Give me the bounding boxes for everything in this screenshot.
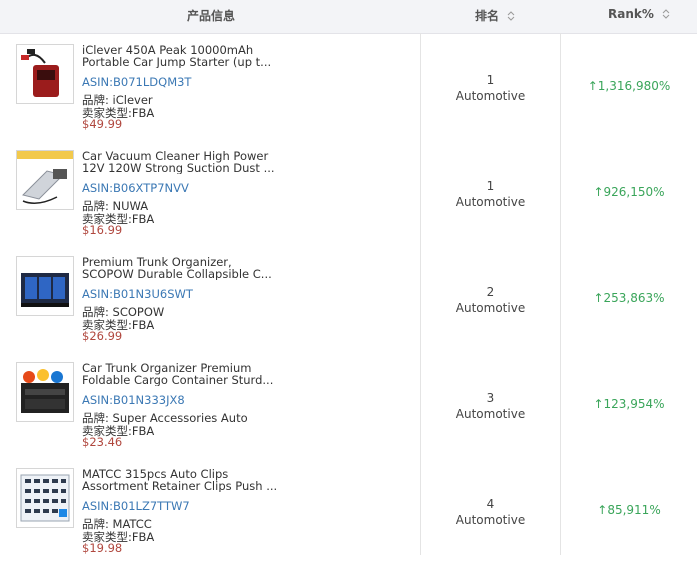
rank-number: 4 [486,497,495,511]
jump-starter-image[interactable] [16,44,74,104]
price: $23.46 [82,435,123,449]
rank-pct-value: 123,954% [603,397,665,411]
rank-number: 2 [486,285,495,299]
price: $49.99 [82,117,123,131]
rank-pct-value: 85,911% [607,503,661,517]
price: $16.99 [82,223,123,237]
product-title[interactable]: MATCC 315pcs Auto Clips Assortment Retai… [82,468,278,492]
column-header-rank-label: 排名 [475,9,500,23]
asin-link[interactable]: ASIN:B01N333JX8 [82,393,185,407]
auto-clips-image[interactable] [16,468,74,528]
rank-pct-cell: ↑253,863% [561,291,697,305]
table-row[interactable]: Car Trunk Organizer Premium Foldable Car… [0,352,697,459]
column-header-rank-pct-label: Rank% [608,7,654,21]
rank-cell: 2 Automotive [421,284,560,316]
asin-link[interactable]: ASIN:B01N3U6SWT [82,287,193,301]
asin-link[interactable]: ASIN:B01LZ7TTW7 [82,499,190,513]
rank-cell: 4 Automotive [421,496,560,528]
rank-category: Automotive [455,195,526,209]
table-header: 产品信息 排名 Rank% [0,0,697,34]
rank-category: Automotive [455,407,526,421]
sort-icon[interactable] [507,10,515,25]
table-row[interactable]: MATCC 315pcs Auto Clips Assortment Retai… [0,458,697,564]
table-row[interactable]: Car Vacuum Cleaner High Power 12V 120W S… [0,140,697,247]
cargo-container-image[interactable] [16,362,74,422]
price: $19.98 [82,541,123,555]
rank-pct-cell: ↑926,150% [561,185,697,199]
rank-number: 1 [486,73,495,87]
column-header-rank[interactable]: 排名 [475,7,515,25]
product-title[interactable]: iClever 450A Peak 10000mAh Portable Car … [82,44,278,68]
rank-number: 1 [486,179,495,193]
arrow-up-icon: ↑ [587,79,598,93]
arrow-up-icon: ↑ [593,185,604,199]
column-divider [420,33,421,555]
column-header-product: 产品信息 [187,9,236,23]
rank-cell: 1 Automotive [421,72,560,104]
arrow-up-icon: ↑ [593,291,604,305]
product-title[interactable]: Car Trunk Organizer Premium Foldable Car… [82,362,278,386]
asin-link[interactable]: ASIN:B06XTP7NVV [82,181,189,195]
asin-link[interactable]: ASIN:B071LDQM3T [82,75,191,89]
table-row[interactable]: iClever 450A Peak 10000mAh Portable Car … [0,34,697,141]
product-title[interactable]: Car Vacuum Cleaner High Power 12V 120W S… [82,150,278,174]
product-rank-table: 产品信息 排名 Rank% iClever 450A Peak 10000mAh… [0,0,697,564]
arrow-up-icon: ↑ [597,503,608,517]
rank-pct-cell: ↑123,954% [561,397,697,411]
table-row[interactable]: Premium Trunk Organizer, SCOPOW Durable … [0,246,697,353]
rank-pct-cell: ↑1,316,980% [561,79,697,93]
sort-icon[interactable] [662,8,670,23]
product-title[interactable]: Premium Trunk Organizer, SCOPOW Durable … [82,256,278,280]
car-vacuum-image[interactable] [16,150,74,210]
arrow-up-icon: ↑ [593,397,604,411]
price: $26.99 [82,329,123,343]
rank-cell: 3 Automotive [421,390,560,422]
rank-category: Automotive [455,513,526,527]
rank-pct-value: 926,150% [603,185,665,199]
rank-number: 3 [486,391,495,405]
rank-pct-value: 253,863% [603,291,665,305]
rank-pct-value: 1,316,980% [597,79,671,93]
rank-category: Automotive [455,301,526,315]
rank-category: Automotive [455,89,526,103]
rank-pct-cell: ↑85,911% [561,503,697,517]
column-divider [560,33,561,555]
rank-cell: 1 Automotive [421,178,560,210]
trunk-organizer-image[interactable] [16,256,74,316]
column-header-rank-pct[interactable]: Rank% [608,7,670,23]
